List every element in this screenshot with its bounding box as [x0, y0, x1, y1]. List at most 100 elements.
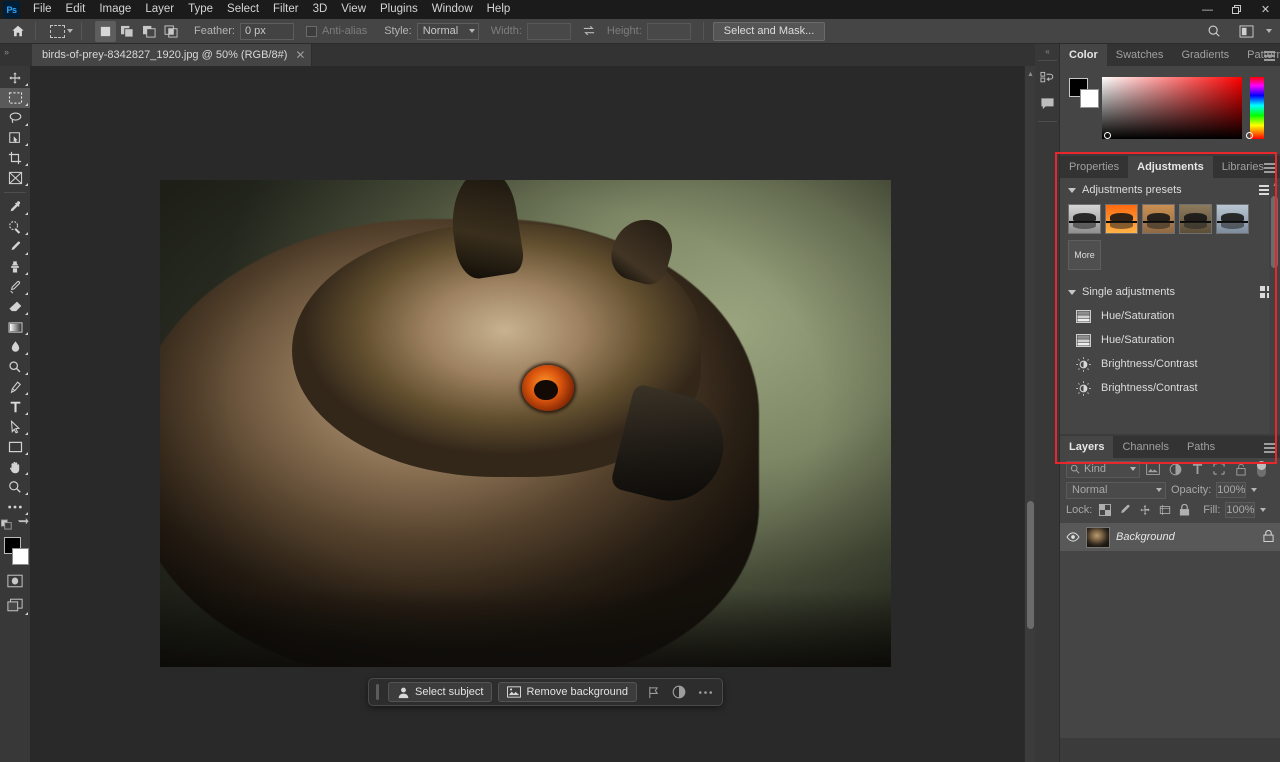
menu-item-window[interactable]: Window: [425, 0, 480, 19]
eyedropper-tool[interactable]: [0, 197, 30, 217]
frame-tool[interactable]: [0, 168, 30, 188]
screen-mode-button[interactable]: [0, 593, 30, 617]
eraser-tool[interactable]: [0, 297, 30, 317]
layer-visibility-icon[interactable]: [1066, 532, 1080, 542]
select-subject-button[interactable]: Select subject: [388, 682, 492, 702]
tool-preset-picker[interactable]: [47, 24, 76, 39]
document-tab[interactable]: birds-of-prey-8342827_1920.jpg @ 50% (RG…: [32, 44, 312, 66]
path-selection-tool[interactable]: [0, 417, 30, 437]
warm-sunset-preset[interactable]: [1142, 204, 1175, 234]
filter-toggle[interactable]: [1257, 461, 1266, 477]
smart-object-filter-icon[interactable]: [1232, 461, 1250, 478]
layers-tab-channels[interactable]: Channels: [1113, 436, 1177, 458]
canvas-area[interactable]: Select subject Remove background ▲: [30, 66, 1035, 762]
blur-tool[interactable]: [0, 337, 30, 357]
adjustments-scrollbar[interactable]: ▲: [1269, 178, 1280, 434]
color-tab-color[interactable]: Color: [1060, 44, 1107, 66]
menu-item-select[interactable]: Select: [220, 0, 266, 19]
background-color-swatch[interactable]: [12, 548, 29, 565]
swap-dimensions-icon[interactable]: [577, 20, 601, 42]
feather-input[interactable]: 0 px: [240, 23, 294, 40]
chevron-down-icon[interactable]: [1251, 488, 1257, 492]
add-to-selection-button[interactable]: [117, 21, 138, 42]
anti-alias-checkbox[interactable]: [306, 26, 317, 37]
menu-item-3d[interactable]: 3D: [306, 0, 335, 19]
chevron-down-icon[interactable]: [1260, 508, 1266, 512]
type-filter-icon[interactable]: [1188, 461, 1206, 478]
shape-filter-icon[interactable]: [1210, 461, 1228, 478]
menu-item-file[interactable]: File: [26, 0, 59, 19]
scrollbar-thumb[interactable]: [1271, 196, 1278, 268]
color-field-picker[interactable]: [1104, 132, 1111, 139]
zoom-tool[interactable]: [0, 477, 30, 497]
color-tab-gradients[interactable]: Gradients: [1172, 44, 1238, 66]
rectangle-tool[interactable]: [0, 437, 30, 457]
layer-kind-filter[interactable]: Kind: [1066, 461, 1140, 478]
vivid-sunset-preset[interactable]: [1105, 204, 1138, 234]
default-colors-icon[interactable]: [1, 517, 14, 533]
new-selection-button[interactable]: [95, 21, 116, 42]
style-select[interactable]: Normal: [417, 23, 479, 40]
more-options-icon[interactable]: [695, 682, 715, 702]
select-and-mask-button[interactable]: Select and Mask...: [713, 22, 826, 41]
edit-toolbar-tool[interactable]: [0, 497, 30, 517]
sepia-preset[interactable]: [1179, 204, 1212, 234]
workspace-switcher-icon[interactable]: [1234, 20, 1258, 42]
search-icon[interactable]: [1202, 20, 1226, 42]
lock-image-pixels-icon[interactable]: [1117, 503, 1132, 518]
single-adjustments-header[interactable]: Single adjustments: [1060, 280, 1280, 304]
adjustments-tab-properties[interactable]: Properties: [1060, 156, 1128, 178]
move-tool[interactable]: [0, 68, 30, 88]
subtract-from-selection-button[interactable]: [139, 21, 160, 42]
minimize-button[interactable]: —: [1193, 0, 1222, 19]
scrollbar-thumb[interactable]: [1027, 501, 1034, 629]
layers-tab-layers[interactable]: Layers: [1060, 436, 1113, 458]
panel-menu-icon[interactable]: [1264, 51, 1275, 61]
clone-stamp-tool[interactable]: [0, 257, 30, 277]
spot-healing-brush-tool[interactable]: [0, 217, 30, 237]
layer-row[interactable]: Background: [1060, 523, 1280, 551]
background-color-swatch[interactable]: [1080, 89, 1099, 108]
document-image[interactable]: [160, 180, 891, 667]
menu-item-view[interactable]: View: [334, 0, 373, 19]
adjustment-item-hue-saturation[interactable]: Hue/Saturation: [1060, 328, 1280, 352]
opacity-input[interactable]: 100%: [1216, 482, 1246, 498]
more-presets-button[interactable]: More: [1068, 240, 1101, 270]
history-icon[interactable]: [1035, 65, 1060, 91]
drag-handle[interactable]: [376, 684, 379, 700]
pen-tool[interactable]: [0, 377, 30, 397]
type-tool[interactable]: [0, 397, 30, 417]
intersect-with-selection-button[interactable]: [161, 21, 182, 42]
lasso-tool[interactable]: [0, 108, 30, 128]
flag-icon[interactable]: [643, 682, 663, 702]
collapse-rail-icon[interactable]: «: [1035, 44, 1059, 56]
cool-blue-preset[interactable]: [1216, 204, 1249, 234]
lock-artboard-icon[interactable]: [1157, 503, 1172, 518]
chevron-down-icon[interactable]: [1068, 290, 1076, 295]
color-field[interactable]: [1102, 77, 1242, 139]
hue-strip[interactable]: [1250, 77, 1264, 139]
adjustments-tab-adjustments[interactable]: Adjustments: [1128, 156, 1213, 178]
layer-lock-icon[interactable]: [1263, 530, 1274, 545]
scroll-up-icon[interactable]: ▲: [1272, 181, 1279, 188]
width-input[interactable]: [527, 23, 571, 40]
adjustment-item-brightness-contrast[interactable]: Brightness/Contrast: [1060, 376, 1280, 400]
comments-icon[interactable]: [1035, 91, 1060, 117]
lock-all-icon[interactable]: [1177, 503, 1192, 518]
close-icon[interactable]: ✕: [295, 50, 305, 60]
chevron-down-icon[interactable]: [1130, 467, 1136, 471]
pixel-filter-icon[interactable]: [1144, 461, 1162, 478]
scroll-up-icon[interactable]: ▲: [1027, 71, 1034, 78]
lock-position-icon[interactable]: [1137, 503, 1152, 518]
swap-colors-icon[interactable]: [18, 518, 29, 532]
menu-item-plugins[interactable]: Plugins: [373, 0, 425, 19]
lock-transparent-pixels-icon[interactable]: [1097, 503, 1112, 518]
hand-tool[interactable]: [0, 457, 30, 477]
menu-item-edit[interactable]: Edit: [59, 0, 93, 19]
color-tab-swatches[interactable]: Swatches: [1107, 44, 1173, 66]
menu-item-image[interactable]: Image: [92, 0, 138, 19]
history-brush-tool[interactable]: [0, 277, 30, 297]
home-icon[interactable]: [6, 20, 30, 42]
object-selection-tool[interactable]: [0, 128, 30, 148]
black-and-white-preset[interactable]: [1068, 204, 1101, 234]
